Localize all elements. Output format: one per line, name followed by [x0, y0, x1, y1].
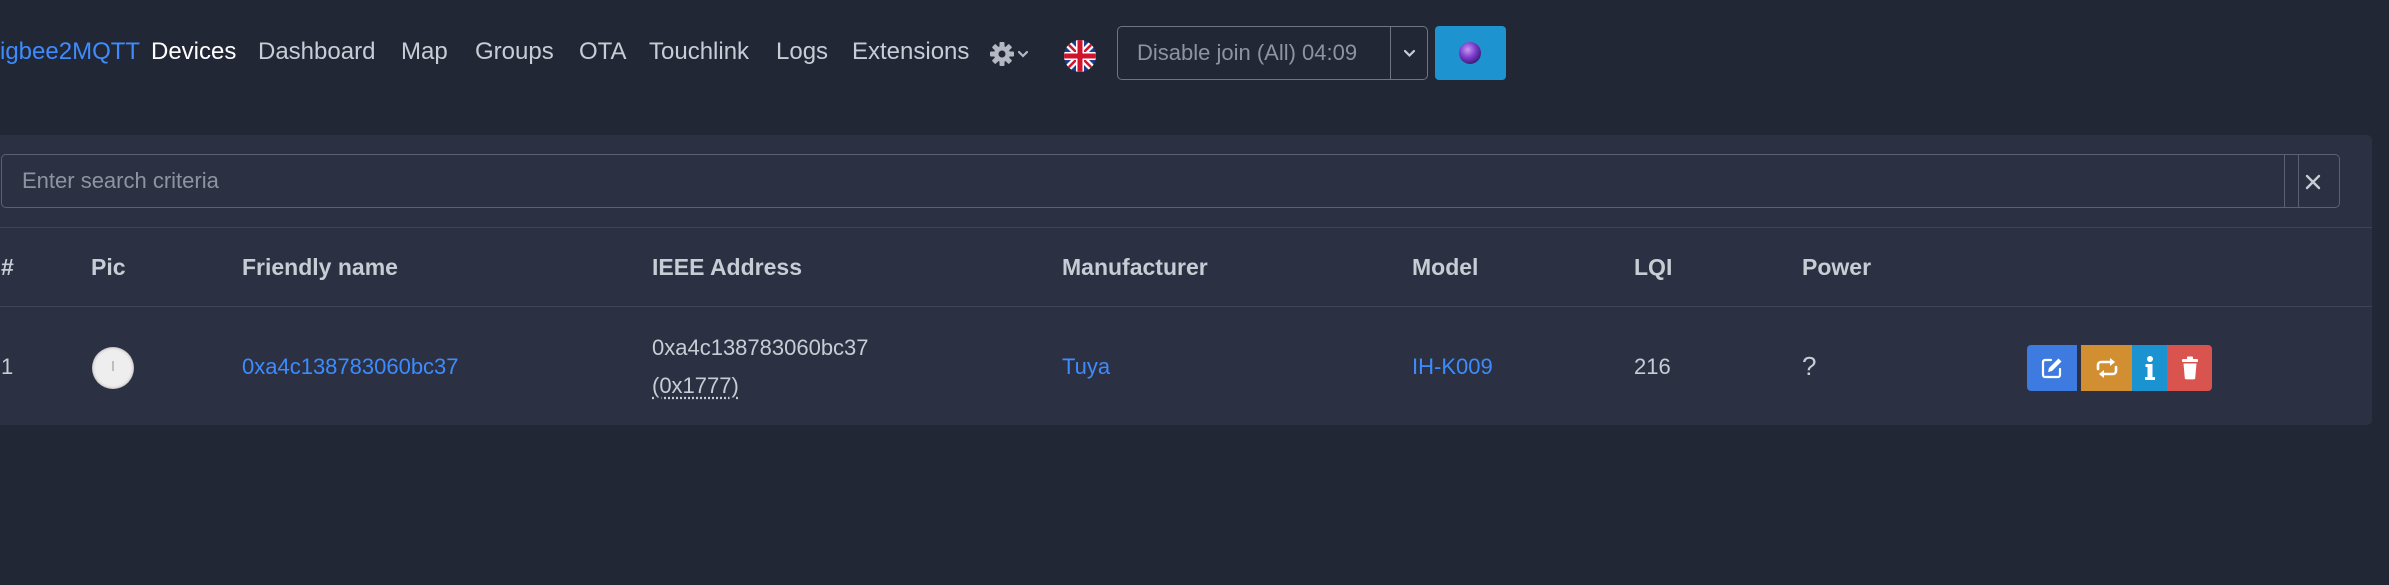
brand-link[interactable]: igbee2MQTT — [0, 38, 140, 66]
nav-touchlink[interactable]: Touchlink — [649, 38, 749, 66]
column-header-model[interactable]: Model — [1412, 254, 1478, 281]
reconfigure-device-button[interactable] — [2081, 345, 2132, 391]
device-model-link[interactable]: IH-K009 — [1412, 354, 1493, 380]
column-header-power[interactable]: Power — [1802, 254, 1871, 281]
column-header-ieee-address[interactable]: IEEE Address — [652, 254, 802, 281]
divider — [0, 306, 2372, 307]
chevron-down-icon — [1403, 49, 1416, 58]
close-icon — [2305, 174, 2321, 190]
language-selector[interactable] — [1064, 40, 1096, 72]
trash-icon — [2181, 356, 2198, 380]
nav-logs[interactable]: Logs — [776, 38, 828, 66]
row-index: 1 — [1, 354, 14, 379]
info-icon — [2144, 356, 2155, 380]
settings-dropdown[interactable] — [988, 38, 1036, 70]
search-box — [1, 154, 2299, 208]
status-ball-icon — [1459, 42, 1481, 64]
column-header-index[interactable]: # — [1, 254, 14, 281]
nav-extensions[interactable]: Extensions — [852, 38, 969, 66]
nav-map[interactable]: Map — [401, 38, 448, 66]
device-manufacturer-link[interactable]: Tuya — [1062, 354, 1110, 380]
chevron-down-icon — [1017, 50, 1029, 58]
device-friendly-name-link[interactable]: 0xa4c138783060bc37 — [242, 354, 459, 380]
edit-icon — [2041, 358, 2062, 379]
search-input[interactable] — [2, 155, 2298, 207]
disable-join-button[interactable]: Disable join (All) 04:09 — [1118, 27, 1390, 79]
divider — [0, 227, 2372, 228]
permit-join-group: Disable join (All) 04:09 — [1117, 26, 1428, 80]
column-header-pic: Pic — [91, 254, 126, 280]
column-header-manufacturer[interactable]: Manufacturer — [1062, 254, 1208, 281]
nav-groups[interactable]: Groups — [475, 38, 554, 66]
clear-search-button[interactable] — [2284, 154, 2340, 208]
uk-flag-icon — [1064, 40, 1096, 72]
column-header-friendly-name[interactable]: Friendly name — [242, 254, 398, 281]
column-header-lqi[interactable]: LQI — [1634, 254, 1672, 281]
gear-icon — [990, 42, 1029, 66]
devices-card: # Pic Friendly name IEEE Address Manufac… — [0, 135, 2372, 425]
power-source-icon: ? — [1802, 351, 1817, 381]
device-info-button[interactable] — [2132, 345, 2167, 391]
nav-devices[interactable]: Devices — [151, 38, 236, 66]
device-lqi: 216 — [1634, 354, 1671, 379]
join-options-toggle[interactable] — [1390, 27, 1428, 79]
remove-device-button[interactable] — [2167, 345, 2212, 391]
device-network-address: (0x1777) — [652, 373, 739, 398]
rename-device-button[interactable] — [2027, 345, 2077, 391]
reconfigure-icon — [2096, 358, 2117, 378]
top-navbar: igbee2MQTT Devices Dashboard Map Groups … — [0, 0, 2389, 108]
device-image[interactable] — [92, 347, 134, 389]
connection-status-button[interactable] — [1435, 26, 1506, 80]
device-ieee-address: 0xa4c138783060bc37 — [652, 335, 869, 360]
nav-ota[interactable]: OTA — [579, 38, 627, 66]
nav-dashboard[interactable]: Dashboard — [258, 38, 375, 66]
